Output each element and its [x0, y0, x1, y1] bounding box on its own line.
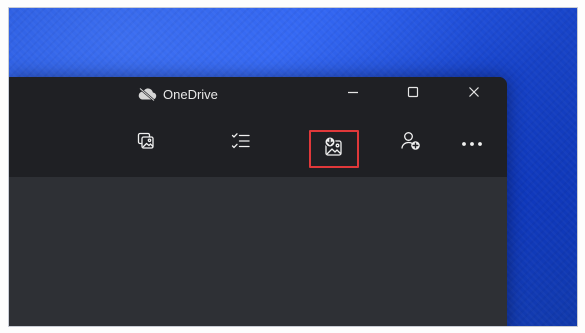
photos-button[interactable] [126, 123, 166, 163]
minimize-button[interactable] [330, 77, 376, 111]
photo-backup-button[interactable] [309, 130, 359, 168]
close-button[interactable] [451, 77, 497, 111]
onedrive-paused-cloud-icon [137, 87, 157, 101]
title-bar[interactable]: OneDrive [9, 77, 507, 111]
close-icon [468, 85, 480, 103]
more-options-button[interactable] [452, 123, 492, 163]
title-group: OneDrive [137, 77, 218, 111]
checklist-icon [231, 132, 251, 155]
person-add-icon [400, 131, 422, 156]
add-account-button[interactable] [391, 123, 431, 163]
checklist-button[interactable] [221, 123, 261, 163]
photo-gallery-icon [137, 132, 155, 155]
more-horizontal-icon [461, 134, 483, 152]
minimize-icon [347, 85, 359, 103]
photo-upload-icon [323, 136, 345, 163]
content-area [9, 177, 507, 326]
window-title: OneDrive [163, 86, 218, 102]
maximize-icon [407, 85, 419, 103]
onedrive-window: OneDrive [9, 77, 507, 326]
maximize-button[interactable] [390, 77, 436, 111]
toolbar [9, 111, 507, 177]
screenshot-frame: OneDrive [8, 7, 578, 327]
